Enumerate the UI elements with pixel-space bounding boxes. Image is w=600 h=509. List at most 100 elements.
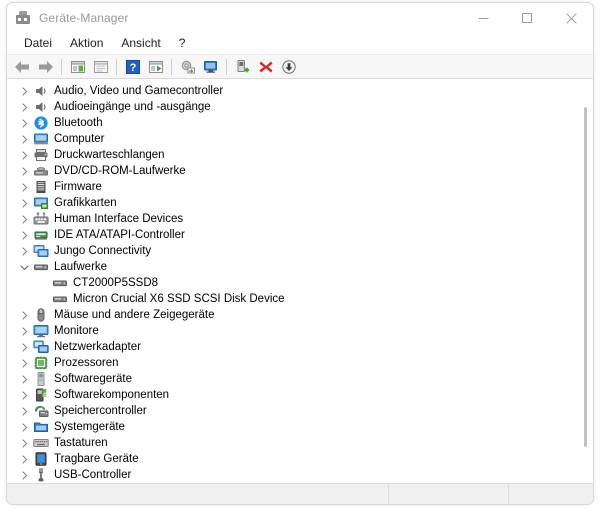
show-console-tree-button[interactable] [144,55,167,78]
menu-item-help[interactable]: ? [170,33,195,54]
svg-text:?: ? [129,62,136,74]
status-bar-message [7,484,389,504]
tree-item[interactable]: IDE ATA/ATAPI-Controller [7,227,593,243]
hid-icon [33,211,49,227]
properties-button[interactable] [89,55,112,78]
tree-item[interactable]: Grafikkarten [7,195,593,211]
tree-item[interactable]: Prozessoren [7,355,593,371]
tree-item-label: Mäuse und andere Zeigegeräte [54,309,215,321]
ide-controller-icon [33,227,49,243]
device-manager-icon [15,10,31,26]
tree-item[interactable]: Jungo Connectivity [7,243,593,259]
tree-item[interactable]: Druckwarteschlangen [7,147,593,163]
chevron-right-icon[interactable] [16,86,33,96]
tree-item-label: Druckwarteschlangen [54,149,165,161]
chevron-right-icon[interactable] [16,422,33,432]
chevron-right-icon[interactable] [16,310,33,320]
chevron-right-icon[interactable] [16,150,33,160]
tree-item[interactable]: Softwaregeräte [7,371,593,387]
tree-item-label: Human Interface Devices [54,213,184,225]
chevron-right-icon[interactable] [16,454,33,464]
tree-item[interactable]: Monitore [7,323,593,339]
portable-device-icon [33,451,49,467]
chevron-right-icon[interactable] [16,406,33,416]
chevron-right-icon[interactable] [16,102,33,112]
tree-item[interactable]: Systemgeräte [7,419,593,435]
toolbar-separator-3 [171,58,172,75]
scan-for-hardware-changes-icon [203,60,217,73]
optical-drive-icon [33,163,49,179]
tree-item[interactable]: DVD/CD-ROM-Laufwerke [7,163,593,179]
back-button[interactable] [11,55,34,78]
chevron-right-icon[interactable] [16,390,33,400]
firmware-icon [33,179,49,195]
vertical-scrollbar[interactable] [578,79,593,483]
tree-item[interactable]: Netzwerkadapter [7,339,593,355]
chevron-right-icon[interactable] [16,326,33,336]
menu-item-ansicht[interactable]: Ansicht [112,33,169,54]
tree-item[interactable]: Micron Crucial X6 SSD SCSI Disk Device [7,291,593,307]
tree-item[interactable]: USB-Controller [7,467,593,483]
tree-item[interactable]: Laufwerke [7,259,593,275]
disk-drive-icon [33,259,49,275]
tree-item-label: Audioeingänge und -ausgänge [54,101,211,113]
add-legacy-hardware-button[interactable] [231,55,254,78]
scrollbar-thumb[interactable] [584,107,587,447]
chevron-right-icon[interactable] [16,246,33,256]
uninstall-device-button[interactable] [254,55,277,78]
menu-item-datei[interactable]: Datei [15,33,61,54]
tree-item-label: Computer [54,133,105,145]
forward-button[interactable] [34,55,57,78]
chevron-right-icon[interactable] [16,182,33,192]
chevron-right-icon[interactable] [16,230,33,240]
chevron-right-icon[interactable] [16,358,33,368]
chevron-down-icon[interactable] [16,263,33,272]
chevron-right-icon[interactable] [16,438,33,448]
software-component-icon [33,387,49,403]
tree-item-label: Tragbare Geräte [54,453,139,465]
tree-item[interactable]: Human Interface Devices [7,211,593,227]
show-hidden-devices-button[interactable] [66,55,89,78]
device-tree[interactable]: Audio, Video und Gamecontroller Audioeing… [7,79,593,483]
chevron-right-icon[interactable] [16,470,33,480]
chevron-right-icon[interactable] [16,198,33,208]
chevron-right-icon[interactable] [16,134,33,144]
toolbar-separator-2 [116,58,117,75]
maximize-button[interactable] [505,3,549,33]
chevron-right-icon[interactable] [16,214,33,224]
maximize-icon [521,12,532,23]
tree-item-label: DVD/CD-ROM-Laufwerke [54,165,186,177]
scan-for-hardware-changes-button[interactable] [199,55,222,78]
chevron-right-icon[interactable] [16,374,33,384]
tree-item[interactable]: Firmware [7,179,593,195]
status-bar-pane-3 [509,484,593,504]
speaker-icon [33,99,49,115]
disk-drive-icon [52,275,68,291]
tree-item[interactable]: Audioeingänge und -ausgänge [7,99,593,115]
help-button[interactable]: ? [121,55,144,78]
tree-item-label: Softwarekomponenten [54,389,170,401]
tree-item[interactable]: Mäuse und andere Zeigegeräte [7,307,593,323]
minimize-button[interactable] [461,3,505,33]
menu-item-aktion[interactable]: Aktion [61,33,112,54]
chevron-right-icon[interactable] [16,118,33,128]
circle-down-arrow-icon [281,59,296,74]
tree-item[interactable]: Computer [7,131,593,147]
network-device-icon [33,243,49,259]
tree-item[interactable]: Speichercontroller [7,403,593,419]
chevron-right-icon[interactable] [16,342,33,352]
bluetooth-icon [33,115,49,131]
disable-device-button[interactable] [277,55,300,78]
tree-item[interactable]: Tragbare Geräte [7,451,593,467]
tree-item[interactable]: CT2000P5SSD8 [7,275,593,291]
tree-item[interactable]: Tastaturen [7,435,593,451]
usb-icon [33,467,49,483]
update-driver-button[interactable] [176,55,199,78]
status-bar-pane-2 [389,484,509,504]
tree-item[interactable]: Audio, Video und Gamecontroller [7,83,593,99]
close-button[interactable] [549,3,593,33]
tree-item[interactable]: Softwarekomponenten [7,387,593,403]
printer-icon [33,147,49,163]
chevron-right-icon[interactable] [16,166,33,176]
tree-item[interactable]: Bluetooth [7,115,593,131]
